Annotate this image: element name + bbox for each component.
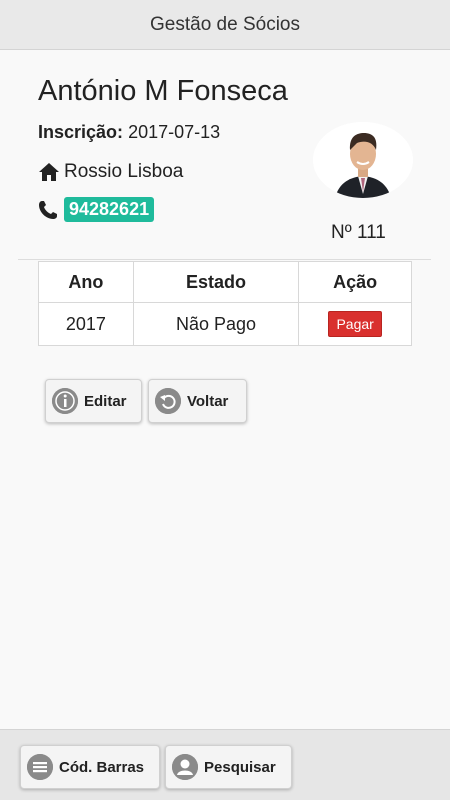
cell-estado: Não Pago bbox=[132, 302, 300, 346]
search-label: Pesquisar bbox=[204, 758, 276, 776]
address-text: Rossio Lisboa bbox=[64, 161, 184, 182]
app-title: Gestão de Sócios bbox=[150, 13, 300, 35]
inscricao-row: Inscrição: 2017-07-13 bbox=[38, 122, 220, 143]
header-estado: Estado bbox=[132, 261, 300, 303]
quotas-table: Ano Estado Ação 2017 Não Pago Pagar bbox=[38, 261, 412, 346]
phone-row: 94282621 bbox=[38, 197, 155, 222]
inscricao-date: 2017-07-13 bbox=[128, 122, 221, 142]
undo-icon bbox=[155, 388, 181, 414]
phone-number[interactable]: 94282621 bbox=[64, 197, 155, 222]
barcode-button[interactable]: Cód. Barras bbox=[20, 745, 160, 789]
search-button[interactable]: Pesquisar bbox=[165, 745, 292, 789]
edit-button[interactable]: Editar bbox=[45, 379, 142, 423]
table-row: 2017 Não Pago Pagar bbox=[38, 302, 412, 346]
header-acao: Ação bbox=[298, 261, 412, 303]
divider bbox=[18, 259, 431, 260]
info-icon bbox=[52, 388, 78, 414]
user-icon bbox=[172, 754, 198, 780]
edit-label: Editar bbox=[84, 392, 127, 410]
pay-button[interactable]: Pagar bbox=[328, 311, 382, 337]
member-details: António M Fonseca Inscrição: 2017-07-13 … bbox=[0, 51, 450, 729]
table-header-row: Ano Estado Ação bbox=[38, 261, 412, 303]
inscricao-label: Inscrição: bbox=[38, 122, 124, 142]
bottom-toolbar: Cód. Barras Pesquisar bbox=[0, 729, 450, 800]
barcode-label: Cód. Barras bbox=[59, 758, 145, 776]
header-ano: Ano bbox=[38, 261, 134, 303]
member-photo bbox=[313, 122, 413, 198]
member-name: António M Fonseca bbox=[38, 75, 288, 107]
cell-acao: Pagar bbox=[298, 302, 412, 346]
member-number: Nº 111 bbox=[331, 222, 386, 243]
cell-ano: 2017 bbox=[38, 302, 134, 346]
app-header: Gestão de Sócios bbox=[0, 0, 450, 50]
avatar bbox=[313, 122, 413, 198]
menu-icon bbox=[27, 754, 53, 780]
back-button[interactable]: Voltar bbox=[148, 379, 247, 423]
back-label: Voltar bbox=[187, 392, 229, 410]
phone-icon bbox=[39, 200, 57, 219]
address-row: Rossio Lisboa bbox=[38, 161, 183, 183]
home-icon bbox=[39, 163, 59, 181]
